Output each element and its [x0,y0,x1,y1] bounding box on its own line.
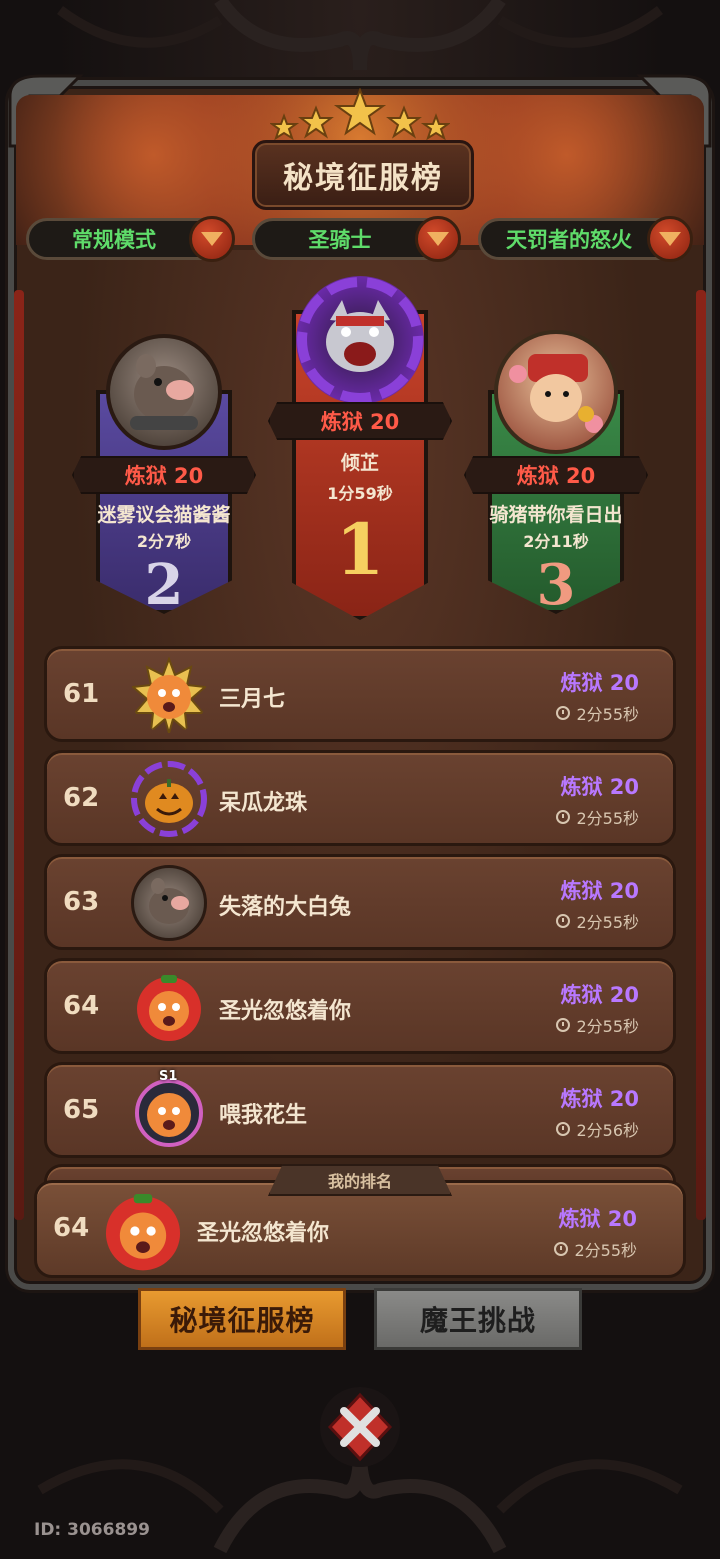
my-rank-tab: 我的排名 [268,1164,452,1196]
tomato-tiger-avatar-icon [131,969,207,1045]
star-icon [298,105,334,139]
row-time-text: 2分55秒 [576,1017,639,1036]
hero-avatar-icon [494,330,618,454]
podium-name: 骑猪带你看日出 [489,504,623,526]
row-tier: 炼狱 20 [560,879,639,903]
rat-avatar-icon [106,334,222,450]
podium-rank-number: 2 [144,552,184,618]
s1-tiger-avatar-icon [131,1073,207,1149]
row-rank: 61 [63,679,100,709]
row-name: 喂我花生 [219,1103,308,1128]
clock-icon [556,1122,571,1136]
row-time: 2分56秒 [556,1117,639,1141]
row-time: 2分55秒 [556,805,639,829]
my-rank-number: 64 [53,1213,90,1243]
leaderboard-row[interactable]: 63 失落的大白兔 炼狱 20 2分55秒 [44,854,676,950]
my-rank-tier: 炼狱 20 [558,1207,637,1231]
row-time-text: 2分55秒 [576,913,639,932]
my-rank-time-text: 2分55秒 [574,1241,637,1260]
sun-tiger-avatar-icon [131,657,207,733]
row-time-text: 2分55秒 [576,705,639,724]
dungeon-dropdown[interactable]: 天罚者的怒火 [478,216,693,262]
leaderboard-row[interactable]: 62 呆瓜龙珠 炼狱 20 2分55秒 [44,750,676,846]
user-id: ID: 3066899 [34,1520,150,1540]
chevron-down-icon[interactable] [415,216,461,262]
row-time-text: 2分55秒 [576,809,639,828]
class-dropdown[interactable]: 圣骑士 [252,216,461,262]
side-bar-right [696,290,706,1220]
row-tier: 炼狱 20 [560,671,639,695]
leaderboard-row[interactable]: 64 圣光忽悠着你 炼狱 20 2分55秒 [44,958,676,1054]
podium-tier: 炼狱 20 [268,402,452,440]
row-name: 圣光忽悠着你 [219,999,352,1024]
podium-time: 2分11秒 [523,532,589,551]
row-tier: 炼狱 20 [560,983,639,1007]
clock-icon [554,1242,569,1256]
clock-icon [556,810,571,824]
podium-name: 迷雾议会猫酱酱 [97,504,231,526]
leaderboard-row[interactable]: 61 三月七 炼狱 20 2分55秒 [44,646,676,742]
wolf-avatar-icon [296,276,424,404]
row-rank: 65 [63,1095,100,1125]
star-rating [270,88,450,140]
row-tier: 炼狱 20 [560,775,639,799]
row-time: 2分55秒 [556,701,639,725]
row-tier: 炼狱 20 [560,1087,639,1111]
star-icon [386,105,422,139]
top-ornament [57,0,663,71]
podium-tier: 炼狱 20 [72,456,256,494]
podium-rank-number: 3 [536,552,576,618]
podium-time: 1分59秒 [327,484,393,503]
rat-avatar-icon [131,865,207,941]
row-time: 2分55秒 [556,909,639,933]
podium-tier: 炼狱 20 [464,456,648,494]
clock-icon [556,706,571,720]
tomato-tiger-avatar-icon [99,1187,187,1275]
podium-rank-number: 1 [335,508,385,591]
tab-conquest-leaderboard[interactable]: 秘境征服榜 [138,1288,346,1350]
my-rank-name: 圣光忽悠着你 [197,1221,330,1246]
star-icon [420,113,450,140]
row-name: 呆瓜龙珠 [219,791,308,816]
leaderboard-row[interactable]: 65 S1 喂我花生 炼狱 20 2分56秒 [44,1062,676,1158]
page-title: 秘境征服榜 [252,140,474,210]
row-rank: 62 [63,783,100,813]
chevron-down-icon[interactable] [647,216,693,262]
my-rank-time: 2分55秒 [554,1237,637,1261]
chevron-down-icon[interactable] [189,216,235,262]
side-bar-left [14,290,24,1220]
row-rank: 64 [63,991,100,1021]
season-badge: S1 [159,1069,178,1084]
row-rank: 63 [63,887,100,917]
row-time: 2分55秒 [556,1013,639,1037]
mode-dropdown[interactable]: 常规模式 [26,216,235,262]
podium-name: 倾芷 [340,452,379,474]
clock-icon [556,914,571,928]
close-icon[interactable] [318,1385,402,1469]
row-name: 失落的大白兔 [219,895,352,920]
pumpkin-avatar-icon [131,761,207,837]
podium-time: 2分7秒 [136,532,192,551]
clock-icon [556,1018,571,1032]
row-name: 三月七 [219,687,286,712]
row-time-text: 2分56秒 [576,1121,639,1140]
star-icon [333,88,387,136]
star-icon [270,113,300,140]
tab-demon-challenge[interactable]: 魔王挑战 [374,1288,582,1350]
